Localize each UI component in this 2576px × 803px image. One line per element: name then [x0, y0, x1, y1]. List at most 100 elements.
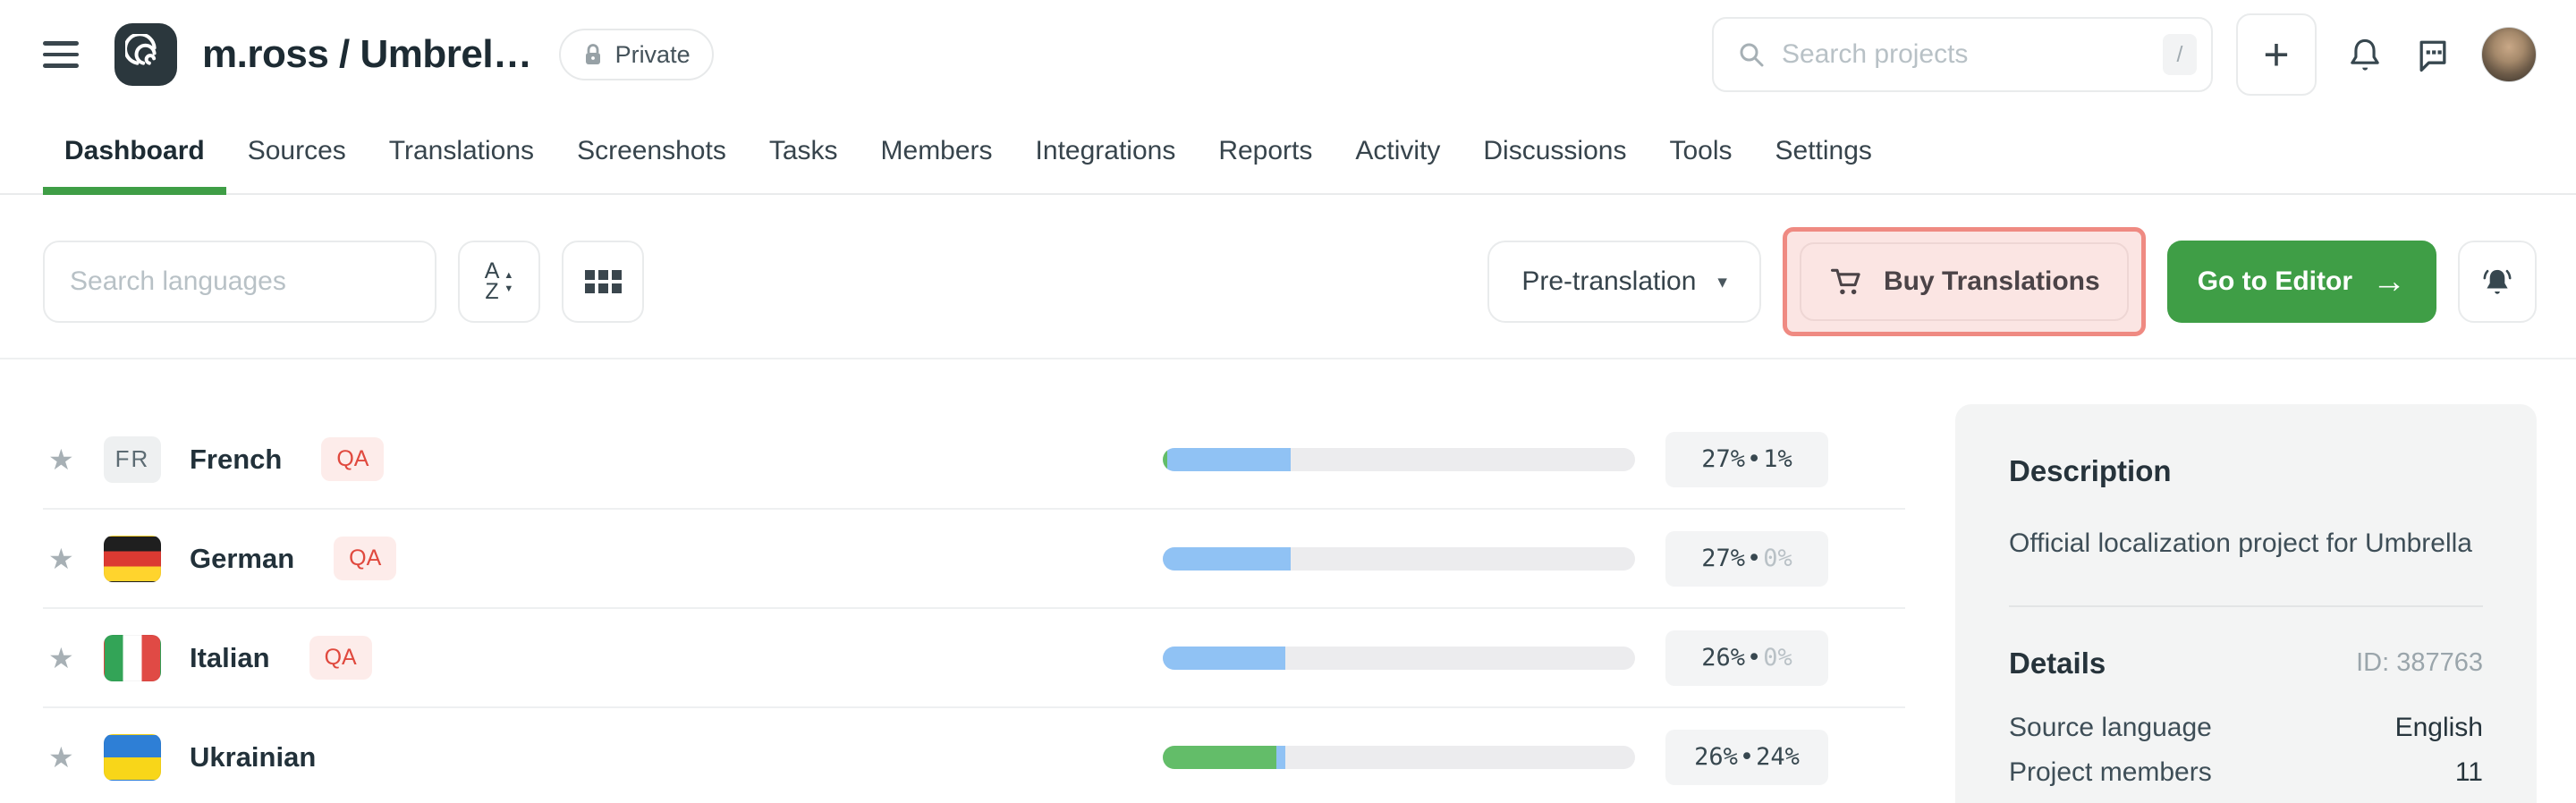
app-header: m.ross / Umbrel… Private / + [0, 0, 2576, 109]
language-row-ukrainian[interactable]: ★ Ukrainian 26% • 24% [43, 708, 1905, 803]
details-row: Words to translate 2 898 [2009, 795, 2483, 803]
privacy-badge: Private [559, 29, 714, 80]
tab-integrations[interactable]: Integrations [1014, 109, 1198, 193]
tab-reports[interactable]: Reports [1197, 109, 1334, 193]
watch-notifications-button[interactable] [2458, 241, 2537, 323]
progress-percentages: 26% • 24% [1665, 730, 1828, 785]
description-text: Official localization project for Umbrel… [2009, 526, 2483, 562]
language-name[interactable]: Italian [190, 642, 270, 674]
go-to-editor-button[interactable]: Go to Editor → [2167, 241, 2436, 323]
notifications-bell-icon[interactable] [2345, 34, 2385, 75]
project-info-card: Description Official localization projec… [1955, 404, 2537, 803]
translated-percent: 26% [1694, 743, 1738, 771]
language-row-german[interactable]: ★ German QA 27% • 0% [43, 510, 1905, 609]
language-name[interactable]: Ukrainian [190, 741, 316, 773]
progress-percentages: 27% • 0% [1665, 531, 1828, 587]
project-title[interactable]: m.ross / Umbrel… [202, 32, 532, 77]
logo-swirl-icon [125, 34, 166, 75]
user-avatar[interactable] [2481, 27, 2537, 82]
dot-separator-icon: • [1747, 445, 1761, 473]
dashboard-toolbar: A Z ▲ ▼ Pre-translation ▾ Buy Translatio… [0, 195, 2576, 359]
grid-view-button[interactable] [562, 241, 644, 323]
bell-ring-icon [2479, 263, 2516, 300]
dot-separator-icon: • [1747, 644, 1761, 672]
tab-sources[interactable]: Sources [226, 109, 368, 193]
search-languages-input[interactable] [43, 241, 436, 323]
messages-chat-icon[interactable] [2413, 35, 2453, 74]
search-icon [1737, 40, 1766, 69]
details-title: Details [2009, 647, 2106, 680]
progress-percentages: 26% • 0% [1665, 630, 1828, 686]
translated-percent: 27% [1701, 545, 1745, 572]
star-icon[interactable]: ★ [48, 740, 80, 774]
tab-tasks[interactable]: Tasks [748, 109, 860, 193]
tab-tools[interactable]: Tools [1648, 109, 1753, 193]
tab-settings[interactable]: Settings [1754, 109, 1894, 193]
language-row-french[interactable]: ★ FR French QA 27% • 1% [43, 410, 1905, 510]
qa-badge[interactable]: QA [321, 437, 384, 481]
translated-segment [1163, 647, 1285, 670]
language-name[interactable]: French [190, 444, 282, 476]
search-projects-box[interactable]: / [1712, 17, 2213, 92]
progress-bar [1163, 746, 1635, 769]
chevron-down-icon: ▾ [1717, 271, 1727, 293]
star-icon[interactable]: ★ [48, 641, 80, 675]
approved-percent: 0% [1763, 545, 1792, 572]
go-to-editor-label: Go to Editor [2198, 266, 2352, 297]
details-value: 2 898 [2416, 795, 2483, 803]
tab-translations[interactable]: Translations [368, 109, 555, 193]
translated-segment [1276, 746, 1286, 769]
tab-activity[interactable]: Activity [1334, 109, 1462, 193]
details-label: Words to translate [2009, 795, 2226, 803]
language-flag [104, 734, 161, 781]
details-label: Source language [2009, 706, 2212, 750]
project-id: ID: 387763 [2356, 648, 2483, 678]
arrow-right-icon: → [2372, 265, 2406, 299]
translated-percent: 27% [1701, 445, 1745, 473]
tab-dashboard[interactable]: Dashboard [43, 109, 226, 193]
buy-translations-button[interactable]: Buy Translations [1800, 242, 2129, 321]
language-flag: FR [104, 436, 161, 483]
search-projects-input[interactable] [1782, 39, 2147, 70]
language-list: ★ FR French QA 27% • 1% ★ German QA 27% … [43, 410, 1905, 803]
progress-bar [1163, 647, 1635, 670]
translated-segment [1167, 448, 1290, 471]
language-name[interactable]: German [190, 543, 294, 575]
lock-icon [582, 42, 604, 67]
grid-view-icon [585, 270, 622, 293]
approved-percent: 1% [1763, 445, 1792, 473]
buy-translations-label: Buy Translations [1884, 266, 2100, 297]
language-row-italian[interactable]: ★ Italian QA 26% • 0% [43, 609, 1905, 708]
approved-percent: 24% [1756, 743, 1800, 771]
details-row: Source language English [2009, 706, 2483, 750]
translated-segment [1163, 547, 1291, 571]
keyboard-shortcut-hint: / [2163, 34, 2197, 75]
progress-bar [1163, 547, 1635, 571]
privacy-label: Private [615, 41, 691, 69]
description-title: Description [2009, 454, 2483, 488]
star-icon[interactable]: ★ [48, 542, 80, 576]
pretranslation-label: Pre-translation [1521, 266, 1696, 297]
details-rows: Source language English Project members … [2009, 706, 2483, 803]
annotation-highlight-box: Buy Translations [1783, 227, 2146, 336]
sort-languages-button[interactable]: A Z ▲ ▼ [458, 241, 540, 323]
qa-badge[interactable]: QA [309, 636, 372, 680]
menu-icon[interactable] [43, 41, 79, 68]
create-project-button[interactable]: + [2236, 13, 2317, 96]
divider [2009, 605, 2483, 607]
details-label: Project members [2009, 750, 2212, 795]
crowdin-logo[interactable] [114, 23, 177, 86]
star-icon[interactable]: ★ [48, 443, 80, 477]
tab-members[interactable]: Members [860, 109, 1014, 193]
tab-bar: DashboardSourcesTranslationsScreenshotsT… [0, 109, 2576, 195]
progress-bar [1163, 448, 1635, 471]
details-value: English [2395, 706, 2483, 750]
tab-screenshots[interactable]: Screenshots [555, 109, 748, 193]
qa-badge[interactable]: QA [334, 537, 396, 580]
pretranslation-dropdown[interactable]: Pre-translation ▾ [1487, 241, 1761, 323]
tab-discussions[interactable]: Discussions [1462, 109, 1648, 193]
language-flag [104, 536, 161, 582]
details-value: 11 [2455, 750, 2483, 795]
dot-separator-icon: • [1740, 743, 1754, 771]
dot-separator-icon: • [1747, 545, 1761, 572]
